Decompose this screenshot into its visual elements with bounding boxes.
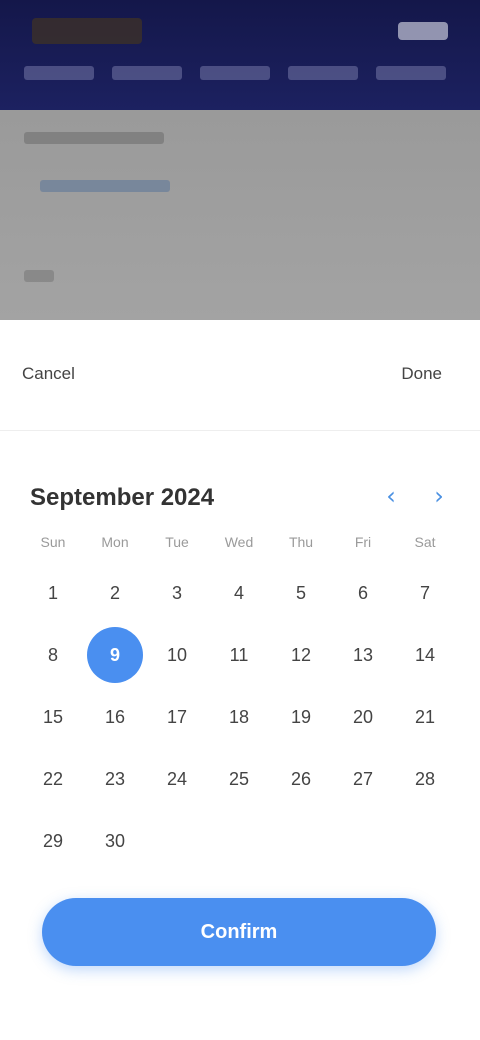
background-link-line <box>40 180 170 192</box>
month-navigation: September 2024 ‹ › <box>30 478 460 518</box>
chevron-right-icon[interactable]: › <box>422 478 456 512</box>
calendar-day[interactable]: 1 <box>22 562 84 624</box>
background-menu <box>398 22 448 40</box>
calendar-day[interactable]: 17 <box>146 686 208 748</box>
calendar-day-number: 5 <box>295 582 306 603</box>
calendar-day-number: 4 <box>233 582 244 603</box>
sheet-header: Cancel Done <box>0 320 480 431</box>
weekday-label: Mon <box>101 534 129 550</box>
calendar-day-number: 6 <box>357 582 368 603</box>
background-logo <box>32 18 142 44</box>
calendar-day[interactable]: 2 <box>84 562 146 624</box>
background-header <box>0 0 480 110</box>
calendar-day-number: 26 <box>290 768 312 789</box>
chevron-left-icon[interactable]: ‹ <box>374 478 408 512</box>
calendar-day-number: 30 <box>104 830 126 851</box>
calendar-day[interactable]: 22 <box>22 748 84 810</box>
calendar-day-number: 27 <box>352 768 374 789</box>
calendar-day[interactable]: 12 <box>270 624 332 686</box>
date-picker-sheet: Cancel Done September 2024 ‹ › Sun Mon Tue… <box>0 320 480 1040</box>
calendar-grid: 1 2 3 4 5 6 7 8 9 10 11 12 13 14 15 16 17 18 19 20 21 22 23 24 2… <box>22 562 458 872</box>
calendar-day[interactable]: 19 <box>270 686 332 748</box>
calendar-day-number: 18 <box>228 706 250 727</box>
weekday-header: Sun Mon Tue Wed Thu Fri Sat <box>22 534 458 550</box>
calendar-day-number: 2 <box>109 582 120 603</box>
calendar-day[interactable]: 21 <box>394 686 456 748</box>
calendar-day[interactable]: 29 <box>22 810 84 872</box>
calendar-day-number: 22 <box>42 768 64 789</box>
calendar-day[interactable]: 27 <box>332 748 394 810</box>
calendar-day[interactable]: 13 <box>332 624 394 686</box>
calendar-day-number: 28 <box>414 768 436 789</box>
weekday-label: Fri <box>354 534 372 550</box>
weekday-label: Wed <box>224 534 254 550</box>
calendar-day[interactable]: 26 <box>270 748 332 810</box>
calendar-day-number: 16 <box>104 706 126 727</box>
calendar-day-number: 19 <box>290 706 312 727</box>
calendar-day-number: 11 <box>229 644 249 665</box>
calendar-day-number: 15 <box>42 706 64 727</box>
calendar-day[interactable]: 14 <box>394 624 456 686</box>
calendar-day[interactable]: 18 <box>208 686 270 748</box>
cancel-button[interactable]: Cancel <box>14 358 83 390</box>
calendar-day[interactable]: 8 <box>22 624 84 686</box>
calendar-day-number: 21 <box>414 706 436 727</box>
calendar-day-number: 13 <box>352 644 374 665</box>
calendar-day-number: 29 <box>42 830 64 851</box>
calendar-day[interactable]: 15 <box>22 686 84 748</box>
calendar-day-number: 24 <box>166 768 188 789</box>
calendar-day-number: 7 <box>419 582 430 603</box>
calendar-day-number: 8 <box>47 644 58 665</box>
month-label: September 2024 <box>30 484 215 511</box>
calendar-day-number: 1 <box>47 582 58 603</box>
calendar-day-selected[interactable]: 9 <box>84 624 146 686</box>
calendar-day[interactable]: 7 <box>394 562 456 624</box>
calendar-day[interactable]: 4 <box>208 562 270 624</box>
background-text-line <box>24 132 164 144</box>
calendar-day-number: 9 <box>87 627 143 683</box>
weekday-label: Sun <box>40 534 66 550</box>
weekday-label: Sat <box>414 534 436 550</box>
calendar-day-number: 17 <box>166 706 188 727</box>
calendar-day-number: 12 <box>290 644 312 665</box>
calendar-day[interactable]: 3 <box>146 562 208 624</box>
calendar-day[interactable]: 23 <box>84 748 146 810</box>
calendar-day-number: 3 <box>171 582 182 603</box>
calendar-day-number: 10 <box>166 644 188 665</box>
calendar-day[interactable]: 24 <box>146 748 208 810</box>
calendar-day[interactable]: 28 <box>394 748 456 810</box>
calendar-day[interactable]: 30 <box>84 810 146 872</box>
background-text-line <box>24 270 54 282</box>
weekday-label: Tue <box>165 534 189 550</box>
done-button[interactable]: Done <box>393 358 450 390</box>
calendar-day[interactable]: 5 <box>270 562 332 624</box>
calendar-day-number: 23 <box>104 768 126 789</box>
calendar-day[interactable]: 20 <box>332 686 394 748</box>
calendar-day-number: 25 <box>228 768 250 789</box>
calendar-day[interactable]: 16 <box>84 686 146 748</box>
calendar-day[interactable]: 25 <box>208 748 270 810</box>
calendar-day-number: 14 <box>414 644 436 665</box>
calendar-day[interactable]: 11 <box>208 624 270 686</box>
confirm-button[interactable]: Confirm <box>42 898 436 966</box>
background-nav <box>24 66 446 80</box>
weekday-label: Thu <box>288 534 314 550</box>
calendar-day[interactable]: 10 <box>146 624 208 686</box>
calendar-day-number: 20 <box>352 706 374 727</box>
calendar-day[interactable]: 6 <box>332 562 394 624</box>
